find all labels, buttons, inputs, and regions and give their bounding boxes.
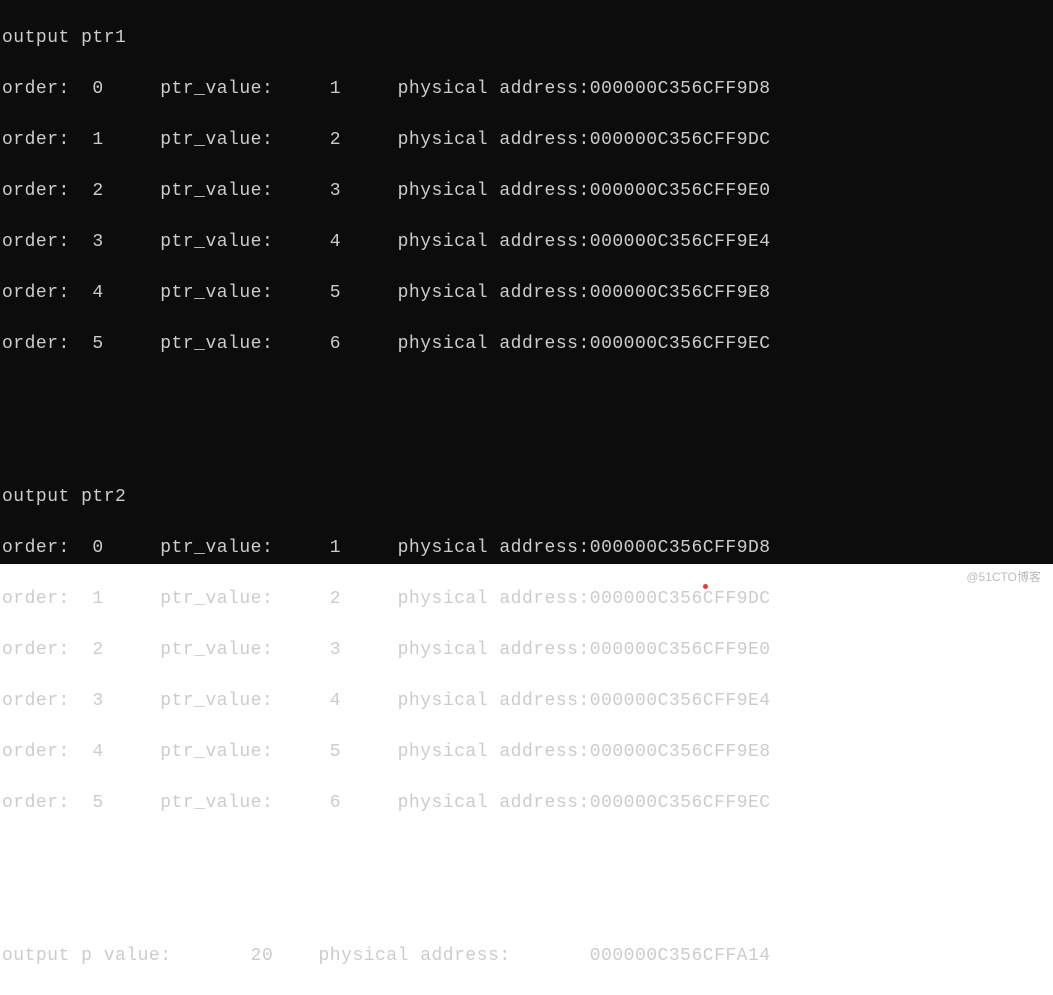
blank-line	[2, 434, 1051, 460]
ptr1-header: output ptr1	[2, 26, 1051, 52]
ptr2-row: order: 0 ptr_value: 1 physical address:0…	[2, 536, 1051, 562]
ptr2-row: order: 1 ptr_value: 2 physical address:0…	[2, 587, 1051, 613]
ptr1-row: order: 1 ptr_value: 2 physical address:0…	[2, 128, 1051, 154]
watermark-label: @51CTO博客	[966, 568, 1041, 585]
ptr2-row: order: 2 ptr_value: 3 physical address:0…	[2, 638, 1051, 664]
ptr2-row: order: 3 ptr_value: 4 physical address:0…	[2, 689, 1051, 715]
terminal-output: output ptr1 order: 0 ptr_value: 1 physic…	[0, 0, 1053, 564]
pvalue-row: output p value: 20 physical address: 000…	[2, 944, 1051, 970]
ptr1-row: order: 4 ptr_value: 5 physical address:0…	[2, 281, 1051, 307]
ptr1-row: order: 3 ptr_value: 4 physical address:0…	[2, 230, 1051, 256]
ptr2-header: output ptr2	[2, 485, 1051, 511]
ptr2-row: order: 4 ptr_value: 5 physical address:0…	[2, 740, 1051, 766]
ptr2-row: order: 5 ptr_value: 6 physical address:0…	[2, 791, 1051, 817]
cursor-dot-icon	[703, 584, 708, 589]
blank-line	[2, 842, 1051, 868]
blank-line	[2, 383, 1051, 409]
ptr1-row: order: 2 ptr_value: 3 physical address:0…	[2, 179, 1051, 205]
ptr1-row: order: 5 ptr_value: 6 physical address:0…	[2, 332, 1051, 358]
ptr1-row: order: 0 ptr_value: 1 physical address:0…	[2, 77, 1051, 103]
blank-line	[2, 893, 1051, 919]
